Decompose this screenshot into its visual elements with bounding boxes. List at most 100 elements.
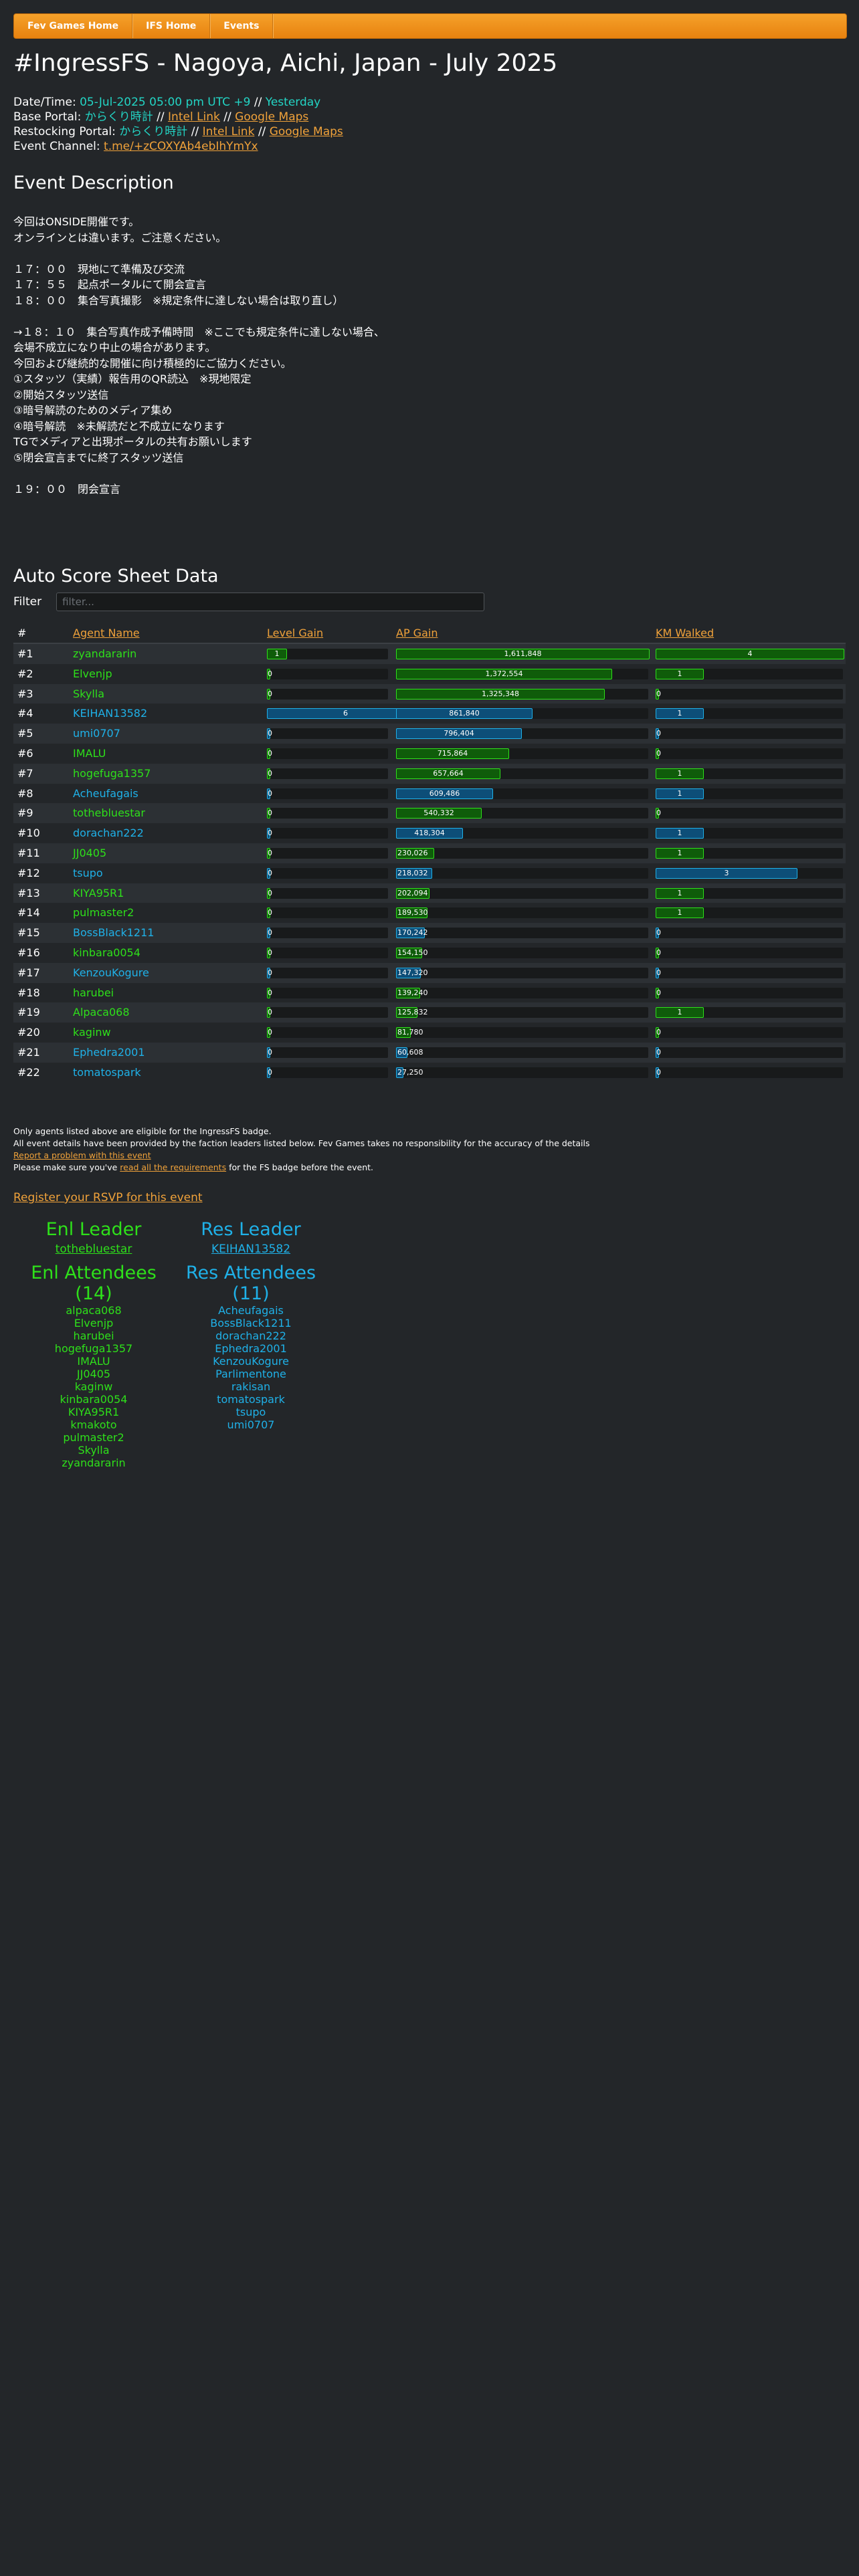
ap-gain-value: 657,664 <box>396 768 500 779</box>
res-attendee: dorachan222 <box>215 1329 286 1342</box>
ap-gain-value: 715,864 <box>396 748 509 759</box>
res-attendee: umi0707 <box>227 1418 275 1431</box>
level-gain-value: 0 <box>267 808 272 819</box>
km-walked-value: 0 <box>656 748 661 759</box>
ap-gain-value: 796,404 <box>396 728 522 740</box>
nav-fev-games-home[interactable]: Fev Games Home <box>14 14 133 38</box>
res-attendee-list: Acheufagais BossBlack1211 dorachan222 Ephed… <box>174 1304 328 1431</box>
level-gain-bar: 0 <box>267 828 388 839</box>
col-level-gain-header[interactable]: Level Gain <box>267 627 323 639</box>
level-gain-bar: 0 <box>267 688 388 700</box>
km-walked-value: 1 <box>656 887 704 899</box>
nav-events[interactable]: Events <box>210 14 274 38</box>
eligibility-note: Only agents listed above are eligible fo… <box>13 1126 272 1136</box>
event-description: 今回はONSIDE開催です。 オンラインとは違います。ご注意ください。 １７：０… <box>13 215 385 496</box>
rank-cell: #14 <box>17 906 40 920</box>
km-walked-bar: 1 <box>656 788 843 799</box>
km-walked-bar: 0 <box>656 688 843 700</box>
ap-gain-bar: 715,864 <box>396 748 648 759</box>
level-gain-bar: 0 <box>267 728 388 740</box>
km-walked-value: 0 <box>656 1047 661 1058</box>
scoresheet-heading: Auto Score Sheet Data <box>13 566 219 586</box>
separator: // <box>250 96 266 109</box>
ap-gain-bar: 27,250 <box>396 1067 648 1078</box>
level-gain-value: 0 <box>267 788 272 799</box>
restock-google-maps-link[interactable]: Google Maps <box>270 125 343 138</box>
res-attendees-heading: Res Attendees (11) <box>185 1263 316 1304</box>
level-gain-value: 0 <box>267 828 272 839</box>
enl-leader-name[interactable]: tothebluestar <box>13 1243 174 1256</box>
col-agent-name-header[interactable]: Agent Name <box>73 627 140 639</box>
requirements-link[interactable]: read all the requirements <box>120 1162 226 1172</box>
level-gain-value: 0 <box>267 987 272 998</box>
res-leader-name[interactable]: KEIHAN13582 <box>174 1243 328 1256</box>
event-meta: Date/Time: 05-Jul-2025 05:00 pm UTC +9 /… <box>13 95 343 154</box>
rank-cell: #3 <box>17 687 33 700</box>
table-row: #9 tothebluestar 0 540,332 0 <box>13 803 846 824</box>
col-rank-header: # <box>17 627 27 639</box>
level-gain-value: 0 <box>267 967 272 978</box>
res-attendee: Ephedra2001 <box>215 1342 287 1355</box>
ap-gain-value: 1,611,848 <box>396 649 650 659</box>
ap-gain-bar: 540,332 <box>396 808 648 819</box>
requirements-pre: Please make sure you've <box>13 1162 120 1172</box>
ap-gain-bar: 1,325,348 <box>396 688 648 700</box>
agent-name-cell: IMALU <box>73 746 106 760</box>
ap-gain-value: 609,486 <box>396 788 493 799</box>
requirements-note: Please make sure you've read all the req… <box>13 1162 590 1174</box>
ap-gain-bar: 170,242 <box>396 928 648 939</box>
level-gain-bar: 6 <box>267 708 424 720</box>
table-row: #14 pulmaster2 0 189,530 1 <box>13 903 846 923</box>
enl-column: Enl Leader tothebluestar Enl Attendees (… <box>13 1219 174 1469</box>
ap-gain-value: 154,150 <box>396 947 428 958</box>
agent-name-cell: dorachan222 <box>73 827 144 840</box>
report-problem-link[interactable]: Report a problem with this event <box>13 1150 151 1160</box>
base-google-maps-link[interactable]: Google Maps <box>235 110 308 124</box>
km-walked-value: 0 <box>656 947 661 958</box>
res-attendee: KenzouKogure <box>213 1355 289 1368</box>
km-walked-value: 0 <box>656 987 661 998</box>
enl-attendee: IMALU <box>77 1355 110 1368</box>
restock-intel-link[interactable]: Intel Link <box>203 125 255 138</box>
ap-gain-bar: 218,032 <box>396 867 648 879</box>
rank-cell: #2 <box>17 667 33 680</box>
level-gain-bar: 0 <box>267 928 388 939</box>
km-walked-value: 0 <box>656 1027 661 1039</box>
level-gain-value: 0 <box>267 768 272 779</box>
km-walked-value: 1 <box>656 847 704 859</box>
filter-input[interactable] <box>56 593 485 611</box>
enl-leader-heading: Enl Leader <box>45 1219 142 1240</box>
rank-cell: #19 <box>17 1006 40 1019</box>
level-gain-bar: 0 <box>267 947 388 958</box>
level-gain-value: 0 <box>267 728 272 740</box>
level-gain-bar: 0 <box>267 907 388 919</box>
base-portal-row: Base Portal: からくり時計 // Intel Link // Goo… <box>13 110 343 124</box>
res-leader-heading: Res Leader <box>201 1219 301 1240</box>
col-ap-gain-header[interactable]: AP Gain <box>396 627 438 639</box>
base-intel-link[interactable]: Intel Link <box>168 110 220 124</box>
restock-portal-name: からくり時計 <box>119 125 188 138</box>
km-walked-bar: 1 <box>656 887 843 899</box>
ap-gain-bar: 81,780 <box>396 1027 648 1039</box>
res-attendee: BossBlack1211 <box>210 1317 292 1329</box>
km-walked-value: 1 <box>656 668 704 679</box>
table-row: #12 tsupo 0 218,032 3 <box>13 863 846 883</box>
nav-ifs-home[interactable]: IFS Home <box>132 14 211 38</box>
agent-name-cell: Ephedra2001 <box>73 1045 145 1059</box>
event-channel-link[interactable]: t.me/+zCOXYAb4ebIhYmYx <box>104 140 258 153</box>
separator: // <box>219 110 235 124</box>
top-nav: Fev Games Home IFS Home Events <box>13 13 847 39</box>
base-portal-label: Base Portal: <box>13 110 85 124</box>
col-km-walked-header[interactable]: KM Walked <box>656 627 714 639</box>
rsvp-link[interactable]: Register your RSVP for this event <box>13 1191 203 1204</box>
table-row: #1 zyandararin 1 1,611,848 4 <box>13 644 846 664</box>
level-gain-value: 0 <box>267 1047 272 1058</box>
km-walked-value: 1 <box>656 828 704 839</box>
table-row: #22 tomatospark 0 27,250 0 <box>13 1063 846 1083</box>
datetime-value: 05-Jul-2025 05:00 pm UTC +9 <box>80 96 251 109</box>
ap-gain-bar: 202,094 <box>396 887 648 899</box>
agent-name-cell: Skylla <box>73 687 105 700</box>
channel-label: Event Channel: <box>13 140 104 153</box>
ap-gain-value: 81,780 <box>396 1027 423 1039</box>
enl-attendee: zyandararin <box>62 1457 126 1469</box>
